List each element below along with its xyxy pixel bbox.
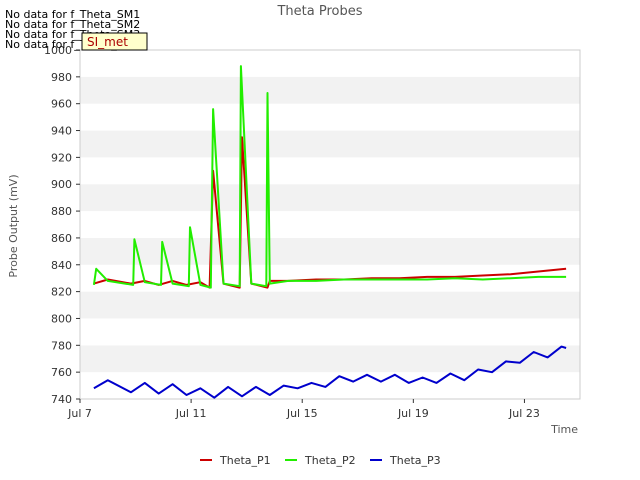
x-axis-label: Time bbox=[550, 423, 578, 436]
legend-label: Theta_P1 bbox=[219, 454, 271, 467]
si-met-badge: SI_met bbox=[81, 32, 148, 51]
x-tick-label: Jul 23 bbox=[508, 407, 540, 420]
grid-band bbox=[80, 211, 580, 238]
grid-band bbox=[80, 103, 580, 131]
y-tick-label: 800 bbox=[51, 312, 72, 325]
grid-band bbox=[80, 372, 580, 399]
x-axis-ticks: Jul 7 Jul 11 Jul 15 Jul 19 Jul 23 bbox=[67, 399, 540, 420]
y-tick-label: 880 bbox=[51, 205, 72, 218]
x-tick-label: Jul 7 bbox=[67, 407, 92, 420]
grid-band bbox=[80, 345, 580, 373]
grid-band bbox=[80, 157, 580, 185]
y-tick-label: 760 bbox=[51, 366, 72, 379]
grid-band bbox=[80, 237, 580, 265]
y-tick-label: 900 bbox=[51, 178, 72, 191]
grid-band bbox=[80, 76, 580, 104]
x-tick-label: Jul 15 bbox=[286, 407, 318, 420]
y-tick-label: 940 bbox=[51, 125, 72, 138]
grid-band bbox=[80, 130, 580, 158]
chart-title: Theta Probes bbox=[276, 4, 362, 19]
grid-band bbox=[80, 291, 580, 319]
y-tick-label: 860 bbox=[51, 232, 72, 245]
y-axis-ticks: 7407607808008208408608809009209409609801… bbox=[44, 44, 80, 406]
y-tick-label: 820 bbox=[51, 286, 72, 299]
y-tick-label: 780 bbox=[51, 339, 72, 352]
y-tick-label: 920 bbox=[51, 151, 72, 164]
y-axis-label: Probe Output (mV) bbox=[7, 174, 20, 277]
y-tick-label: 840 bbox=[51, 259, 72, 272]
grid-band bbox=[80, 318, 580, 346]
legend-label: Theta_P2 bbox=[304, 454, 356, 467]
si-met-badge-label: SI_met bbox=[87, 35, 128, 49]
legend-label: Theta_P3 bbox=[389, 454, 441, 467]
plot-background-bands bbox=[80, 50, 580, 399]
theta-probes-chart: 7407607808008208408608809009209409609801… bbox=[5, 4, 581, 467]
legend: Theta_P1 Theta_P2 Theta_P3 bbox=[200, 454, 441, 467]
y-tick-label: 960 bbox=[51, 98, 72, 111]
grid-band bbox=[80, 184, 580, 212]
x-tick-label: Jul 19 bbox=[397, 407, 429, 420]
y-tick-label: 980 bbox=[51, 71, 72, 84]
grid-band bbox=[80, 50, 580, 77]
x-tick-label: Jul 11 bbox=[175, 407, 207, 420]
y-tick-label: 740 bbox=[51, 393, 72, 406]
